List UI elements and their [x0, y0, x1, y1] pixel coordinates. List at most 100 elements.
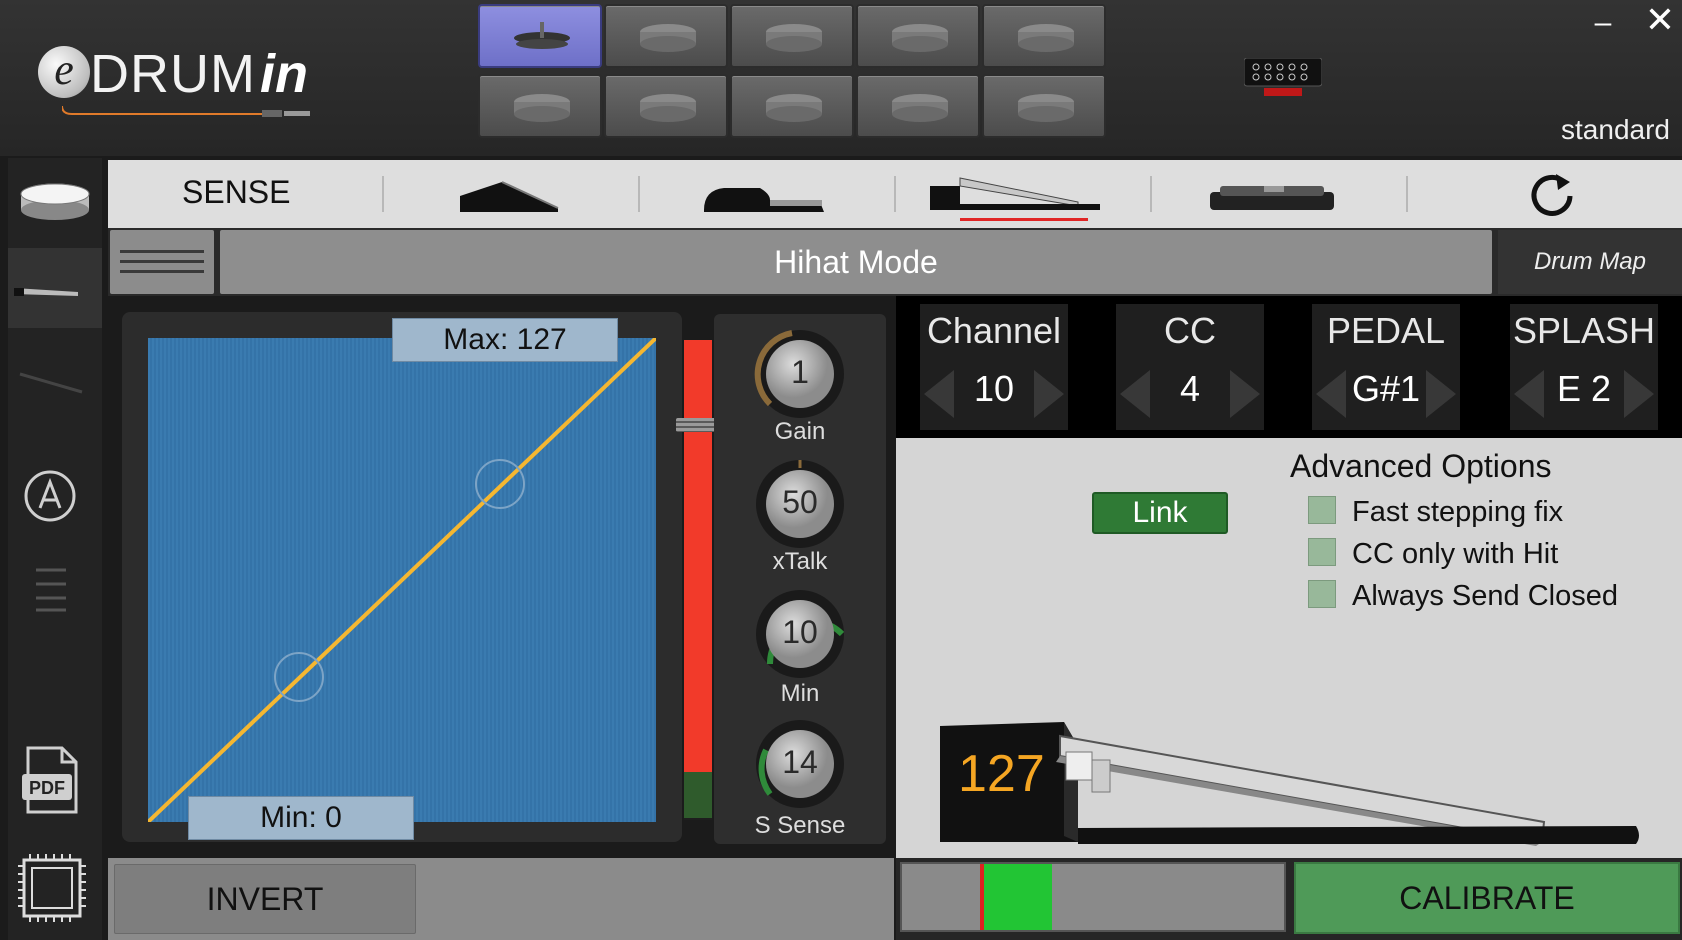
sidebar-item-hihat-pedal[interactable] — [8, 248, 102, 328]
calibration-range-fill — [980, 864, 1052, 930]
midi-cc-title: CC — [1164, 310, 1216, 351]
splash-note-increment-icon[interactable] — [1624, 370, 1654, 418]
xtalk-value: 50 — [782, 484, 818, 520]
curve-min-label[interactable]: Min: 0 — [188, 796, 414, 840]
toolbar-divider — [1406, 176, 1408, 212]
profile-name[interactable]: standard — [1520, 114, 1670, 146]
invert-button[interactable]: INVERT — [114, 864, 416, 934]
advanced-options-title: Advanced Options — [1290, 448, 1552, 484]
pad-button-5[interactable] — [982, 4, 1106, 68]
drum-pad-icon — [1018, 94, 1074, 122]
midi-pedal-title: PEDAL — [1326, 310, 1446, 351]
refresh-icon[interactable] — [1528, 170, 1578, 220]
xtalk-label: xTalk — [772, 548, 828, 575]
drum-pad-icon — [1018, 24, 1074, 52]
pad-button-10[interactable] — [982, 74, 1106, 138]
mode-menu-button[interactable] — [110, 230, 214, 294]
min-label: Min — [780, 680, 820, 707]
toolbar-divider — [894, 176, 896, 212]
sidebar-item-menu[interactable] — [8, 558, 102, 618]
midi-cc: CC 4 — [1116, 304, 1264, 430]
sidebar-item-chip[interactable] — [8, 848, 102, 928]
close-button[interactable]: ✕ — [1642, 2, 1678, 38]
pad-button-9[interactable] — [856, 74, 980, 138]
sidebar-item-pdf[interactable]: PDF — [8, 742, 102, 822]
pedal-type-4-icon[interactable] — [1208, 172, 1338, 218]
edrumin-logo: e DRUM in — [38, 42, 338, 122]
sidebar-item-auto[interactable] — [8, 460, 102, 532]
curve-max-label[interactable]: Max: 127 — [392, 318, 618, 362]
cc-only-with-hit-checkbox[interactable] — [1308, 538, 1336, 566]
level-meter-fill — [684, 340, 712, 772]
pad-button-8[interactable] — [730, 74, 854, 138]
midi-pedal-note: PEDAL G#1 — [1312, 304, 1460, 430]
hihat-icon — [514, 22, 570, 49]
chip-icon — [18, 854, 86, 922]
drum-pad-icon — [640, 24, 696, 52]
always-send-closed-label: Always Send Closed — [1352, 580, 1618, 612]
pad-button-4[interactable] — [856, 4, 980, 68]
menu-lines-icon — [36, 568, 66, 612]
pedal-type-1-icon[interactable] — [458, 172, 568, 218]
calibration-position-marker — [980, 864, 984, 930]
pad-button-7[interactable] — [604, 74, 728, 138]
snare-drum-icon — [20, 183, 90, 220]
midi-splash-note: SPLASH E 2 — [1510, 304, 1658, 430]
mode-bar: Hihat Mode Drum Map — [108, 228, 1682, 296]
logo-e: e — [38, 46, 90, 98]
selected-pedal-indicator — [960, 218, 1088, 221]
pad-button-3[interactable] — [730, 4, 854, 68]
drum-pad-icon — [892, 24, 948, 52]
pedal-line-icon — [19, 372, 83, 394]
velocity-curve-line — [148, 338, 656, 822]
pedal-type-3-icon[interactable] — [928, 168, 1108, 214]
hihat-pedal-icon — [14, 288, 78, 296]
channel-increment-icon[interactable] — [1034, 370, 1064, 418]
fast-stepping-fix-checkbox[interactable] — [1308, 496, 1336, 524]
pad-button-6[interactable] — [478, 74, 602, 138]
logo-cable-icon — [62, 105, 310, 117]
sense-tab[interactable]: SENSE — [182, 174, 332, 211]
logo-drum: DRUM — [90, 44, 256, 104]
hihat-mode-title: Hihat Mode — [220, 230, 1492, 294]
drum-pad-icon — [640, 94, 696, 122]
drum-pad-icon — [892, 94, 948, 122]
gain-value: 1 — [791, 354, 809, 390]
min-value: 10 — [782, 614, 818, 650]
fast-stepping-fix-label: Fast stepping fix — [1352, 496, 1564, 528]
calibration-range-bar — [900, 862, 1286, 932]
toolbar-divider — [1150, 176, 1152, 212]
pedal-type-2-icon[interactable] — [700, 172, 830, 218]
s-sense-label: S Sense — [754, 812, 846, 839]
always-send-closed-checkbox[interactable] — [1308, 580, 1336, 608]
pedal-type-toolbar: SENSE — [108, 160, 1682, 228]
a-circle-icon — [24, 470, 76, 522]
sidebar-item-pad[interactable] — [8, 172, 102, 242]
midi-channel: Channel 10 — [920, 304, 1068, 430]
midi-splash-title: SPLASH — [1512, 310, 1656, 351]
gain-label: Gain — [774, 418, 826, 445]
midi-channel-title: Channel — [926, 310, 1062, 351]
left-sidebar: PDF — [8, 158, 102, 940]
midi-port-icon[interactable] — [1244, 58, 1322, 96]
drum-pad-icon — [766, 24, 822, 52]
pdf-icon: PDF — [22, 746, 78, 814]
s-sense-value: 14 — [782, 744, 818, 780]
pad-button-2[interactable] — [604, 4, 728, 68]
link-button[interactable]: Link — [1092, 492, 1228, 534]
drum-map-button[interactable]: Drum Map — [1498, 230, 1682, 294]
cc-increment-icon[interactable] — [1230, 370, 1260, 418]
pad-button-hihat[interactable] — [478, 4, 602, 68]
level-meter-base — [684, 772, 712, 818]
velocity-curve-graph[interactable] — [148, 338, 656, 822]
header-bar: e DRUM in – ✕ standard — [0, 0, 1682, 156]
calibrate-button[interactable]: CALIBRATE — [1294, 862, 1680, 934]
toolbar-divider — [638, 176, 640, 212]
sidebar-item-pedal[interactable] — [8, 348, 102, 418]
drum-pad-icon — [766, 94, 822, 122]
pedal-value-readout: 127 — [958, 745, 1045, 803]
drum-pad-icon — [514, 94, 570, 122]
pedal-note-increment-icon[interactable] — [1426, 370, 1456, 418]
minimize-button[interactable]: – — [1588, 8, 1618, 40]
toolbar-divider — [382, 176, 384, 212]
